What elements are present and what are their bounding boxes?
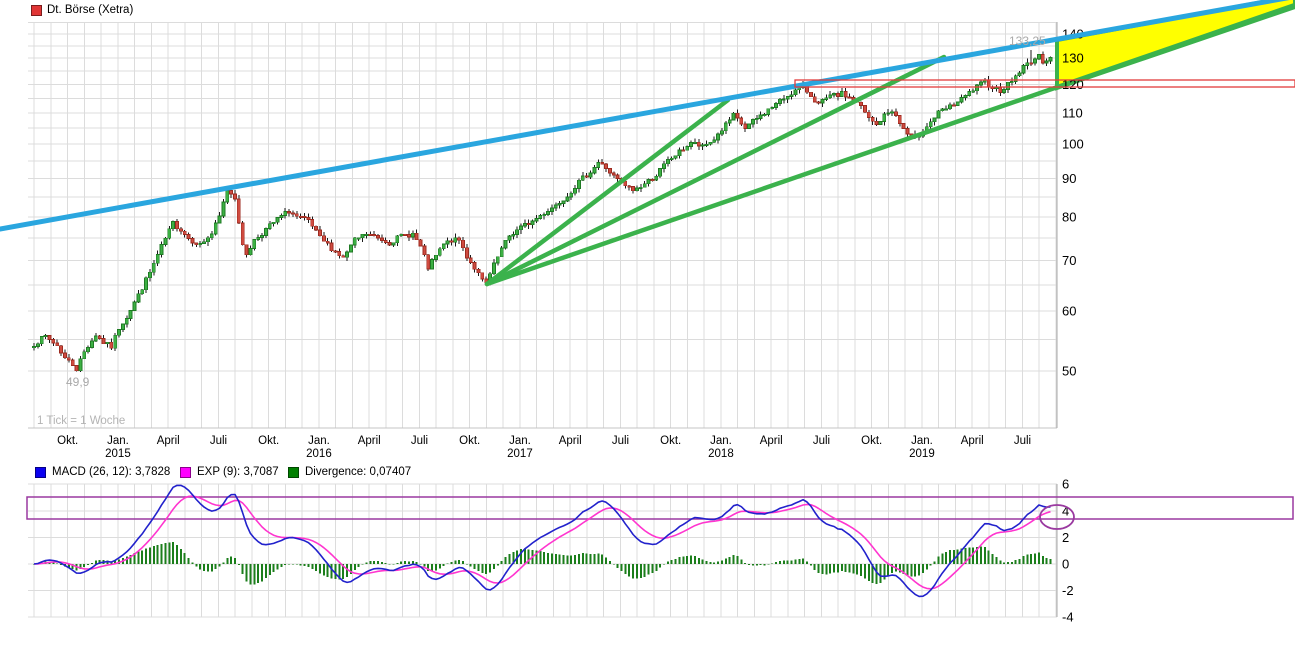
macd-legend-item: EXP (9): 3,7087 — [180, 466, 279, 478]
svg-text:6: 6 — [1062, 477, 1069, 492]
macd-legend-item: Divergence: 0,07407 — [288, 466, 411, 478]
price-axis-labels: 1401301201101009080706050 — [1062, 26, 1084, 378]
svg-text:-4: -4 — [1062, 610, 1074, 625]
macd-axis-labels: 6420-2-4 — [1062, 477, 1074, 625]
svg-text:50: 50 — [1062, 363, 1076, 378]
svg-text:Juli: Juli — [813, 435, 830, 447]
svg-text:April: April — [157, 435, 180, 447]
svg-text:April: April — [760, 435, 783, 447]
svg-text:Okt.: Okt. — [660, 435, 681, 447]
svg-text:Juli: Juli — [1014, 435, 1031, 447]
svg-text:110: 110 — [1062, 105, 1083, 120]
low-price-label: 49,9 — [66, 375, 89, 389]
macd-line-swatch — [35, 467, 46, 478]
macd-grid — [28, 484, 1057, 617]
svg-text:2: 2 — [1062, 530, 1069, 545]
macd-purple-channel — [27, 497, 1293, 519]
signal-line-swatch — [180, 467, 191, 478]
svg-text:2018: 2018 — [708, 448, 734, 460]
svg-text:2019: 2019 — [909, 448, 935, 460]
svg-text:Juli: Juli — [411, 435, 428, 447]
svg-text:2017: 2017 — [507, 448, 533, 460]
signal-value-label: EXP (9): 3,7087 — [197, 466, 279, 478]
svg-text:Okt.: Okt. — [258, 435, 279, 447]
series-label: Dt. Börse (Xetra) — [47, 4, 133, 16]
macd-value-label: MACD (26, 12): 3,7828 — [52, 466, 170, 478]
svg-text:Okt.: Okt. — [861, 435, 882, 447]
svg-text:Jan.: Jan. — [911, 435, 933, 447]
stock-chart-window: 1401301201101009080706050Okt.Jan.2015Apr… — [0, 0, 1295, 650]
divergence-swatch — [288, 467, 299, 478]
svg-text:120: 120 — [1062, 77, 1084, 92]
chart-canvas[interactable]: 1401301201101009080706050Okt.Jan.2015Apr… — [0, 0, 1295, 650]
series-color-swatch — [31, 5, 42, 16]
svg-text:Jan.: Jan. — [107, 435, 129, 447]
svg-text:April: April — [559, 435, 582, 447]
time-axis-labels: Okt.Jan.2015AprilJuliOkt.Jan.2016AprilJu… — [57, 435, 1031, 460]
macd-line — [34, 485, 1051, 596]
svg-text:Juli: Juli — [210, 435, 227, 447]
svg-text:Jan.: Jan. — [710, 435, 732, 447]
macd-legend: MACD (26, 12): 3,7828 EXP (9): 3,7087 Di… — [0, 466, 1060, 480]
svg-text:0: 0 — [1062, 557, 1069, 572]
divergence-value-label: Divergence: 0,07407 — [305, 466, 411, 478]
svg-text:70: 70 — [1062, 253, 1076, 268]
svg-text:2015: 2015 — [105, 448, 131, 460]
svg-text:April: April — [961, 435, 984, 447]
tick-unit-note: 1 Tick = 1 Woche — [37, 415, 125, 427]
svg-text:Okt.: Okt. — [57, 435, 78, 447]
svg-text:April: April — [358, 435, 381, 447]
svg-text:Jan.: Jan. — [509, 435, 531, 447]
price-grid — [28, 22, 1057, 428]
svg-text:80: 80 — [1062, 210, 1076, 225]
svg-text:60: 60 — [1062, 304, 1076, 319]
svg-text:Okt.: Okt. — [459, 435, 480, 447]
svg-text:Juli: Juli — [612, 435, 629, 447]
svg-text:90: 90 — [1062, 171, 1076, 186]
svg-text:2016: 2016 — [306, 448, 332, 460]
svg-text:Jan.: Jan. — [308, 435, 330, 447]
svg-text:130: 130 — [1062, 51, 1084, 66]
high-price-label: 133,25 — [1009, 34, 1046, 48]
macd-legend-item: MACD (26, 12): 3,7828 — [35, 466, 170, 478]
macd-signal-line — [34, 496, 1051, 589]
resistance-zone — [795, 80, 1295, 87]
series-legend: Dt. Börse (Xetra) — [31, 4, 133, 16]
svg-text:-2: -2 — [1062, 583, 1074, 598]
svg-text:100: 100 — [1062, 137, 1084, 152]
